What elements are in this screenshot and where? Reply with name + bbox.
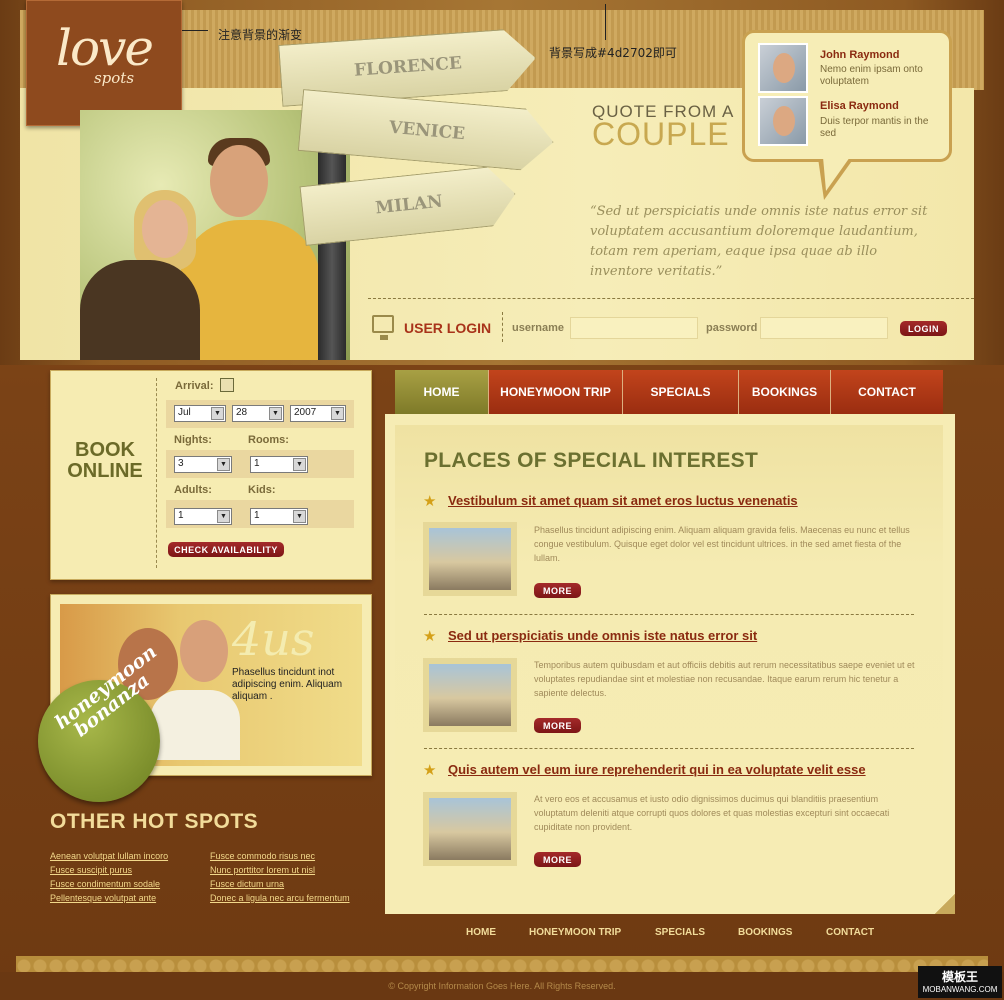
hot-spot-link[interactable]: Fusce commodo risus nec bbox=[210, 851, 315, 861]
chevron-down-icon: ▼ bbox=[293, 458, 306, 471]
nav-specials[interactable]: SPECIALS bbox=[623, 370, 739, 414]
check-availability-button[interactable]: CHECK AVAILABILITY bbox=[168, 542, 284, 557]
star-icon: ★ bbox=[423, 628, 437, 645]
divider bbox=[424, 748, 914, 749]
star-icon: ★ bbox=[423, 762, 437, 779]
booking-title: BOOK ONLINE bbox=[67, 439, 143, 482]
watermark-logo: 模板王 MOBANWANG.COM bbox=[918, 966, 1002, 998]
copyright: © Copyright Information Goes Here. All R… bbox=[388, 981, 616, 991]
promo-text: Phasellus tincidunt inot adipiscing enim… bbox=[232, 667, 343, 702]
month-select[interactable]: Jul ▼ bbox=[174, 405, 226, 422]
footer-nav-specials[interactable]: SPECIALS bbox=[655, 927, 705, 938]
divider bbox=[502, 312, 503, 342]
testimonial-text: Nemo enim ipsam onto voluptatem bbox=[820, 64, 923, 87]
footer-nav-contact[interactable]: CONTACT bbox=[826, 927, 874, 938]
adults-select[interactable]: 1 ▼ bbox=[174, 508, 232, 525]
annotation-bgcolor: 背景写成#4d2702即可 bbox=[549, 46, 677, 60]
footer-nav-bookings[interactable]: BOOKINGS bbox=[738, 927, 792, 938]
footer-nav-home[interactable]: HOME bbox=[466, 927, 496, 938]
divider bbox=[424, 614, 914, 615]
arrival-label: Arrival: bbox=[175, 380, 214, 392]
item-thumbnail[interactable] bbox=[423, 658, 517, 732]
hot-spot-link[interactable]: Fusce suscipit purus bbox=[50, 865, 132, 875]
nights-label: Nights: bbox=[174, 434, 212, 446]
password-input[interactable] bbox=[760, 317, 888, 339]
hot-spot-link[interactable]: Pellentesque volutpat ante bbox=[50, 893, 156, 903]
login-title: USER LOGIN bbox=[404, 320, 492, 336]
item-text: At vero eos et accusamus et iusto odio d… bbox=[534, 794, 890, 832]
main-nav: HOME HONEYMOON TRIP SPECIALS BOOKINGS CO… bbox=[395, 370, 943, 414]
nav-contact[interactable]: CONTACT bbox=[831, 370, 943, 414]
annotation-line bbox=[605, 4, 606, 40]
nav-home[interactable]: HOME bbox=[395, 370, 489, 414]
year-select[interactable]: 2007 ▼ bbox=[290, 405, 346, 422]
hot-spot-link[interactable]: Nunc porttitor lorem ut nisl bbox=[210, 865, 315, 875]
avatar bbox=[758, 96, 808, 146]
chevron-down-icon: ▼ bbox=[217, 510, 230, 523]
item-text: Temporibus autem quibusdam et aut offici… bbox=[534, 660, 915, 698]
item-text: Phasellus tincidunt adipiscing enim. Ali… bbox=[534, 525, 910, 563]
nights-select[interactable]: 3 ▼ bbox=[174, 456, 232, 473]
promo-person bbox=[180, 620, 228, 682]
chevron-down-icon: ▼ bbox=[211, 407, 224, 420]
item-title-link[interactable]: Vestibulum sit amet quam sit amet eros l… bbox=[448, 493, 798, 508]
hot-spot-link[interactable]: Aenean volutpat lullam incoro bbox=[50, 851, 168, 861]
item-title-link[interactable]: Sed ut perspiciatis unde omnis iste natu… bbox=[448, 628, 757, 643]
divider bbox=[368, 298, 974, 299]
quote-text: “Sed ut perspiciatis unde omnis iste nat… bbox=[590, 204, 928, 279]
avatar bbox=[758, 43, 808, 93]
adults-label: Adults: bbox=[174, 484, 212, 496]
logo-text: love bbox=[56, 19, 154, 77]
password-label: password bbox=[706, 322, 758, 334]
hot-spot-link[interactable]: Fusce dictum urna bbox=[210, 879, 284, 889]
monitor-icon bbox=[372, 315, 394, 340]
promo-heading: 4us bbox=[232, 612, 315, 666]
testimonial-text: Duis terpor mantis in the sed bbox=[820, 116, 929, 139]
item-title-link[interactable]: Quis autem vel eum iure reprehenderit qu… bbox=[448, 762, 866, 777]
more-button[interactable]: MORE bbox=[534, 583, 581, 598]
testimonial-name: Elisa Raymond bbox=[820, 100, 899, 112]
quote-title-large: COUPLE bbox=[592, 116, 730, 152]
more-button[interactable]: MORE bbox=[534, 718, 581, 733]
bubble-tail-inner bbox=[823, 157, 850, 191]
item-thumbnail[interactable] bbox=[423, 792, 517, 866]
nav-bookings[interactable]: BOOKINGS bbox=[739, 370, 831, 414]
hot-spots-title: OTHER HOT SPOTS bbox=[50, 810, 259, 833]
logo[interactable]: love spots bbox=[26, 0, 182, 126]
kids-select[interactable]: 1 ▼ bbox=[250, 508, 308, 525]
promo-person bbox=[150, 690, 240, 760]
footer-nav-honeymoon-trip[interactable]: HONEYMOON TRIP bbox=[529, 927, 621, 938]
star-icon: ★ bbox=[423, 493, 437, 510]
login-button[interactable]: LOGIN bbox=[900, 321, 947, 336]
username-input[interactable] bbox=[570, 317, 698, 339]
testimonial-name: John Raymond bbox=[820, 49, 900, 61]
annotation-gradient: 注意背景的渐变 bbox=[218, 28, 303, 42]
calendar-icon[interactable] bbox=[220, 378, 234, 392]
footer-scallop bbox=[16, 956, 988, 972]
chevron-down-icon: ▼ bbox=[331, 407, 344, 420]
chevron-down-icon: ▼ bbox=[293, 510, 306, 523]
rooms-select[interactable]: 1 ▼ bbox=[250, 456, 308, 473]
kids-label: Kids: bbox=[248, 484, 276, 496]
page-title: PLACES OF SPECIAL INTEREST bbox=[424, 449, 759, 472]
day-select[interactable]: 28 ▼ bbox=[232, 405, 284, 422]
more-button[interactable]: MORE bbox=[534, 852, 581, 867]
chevron-down-icon: ▼ bbox=[217, 458, 230, 471]
item-thumbnail[interactable] bbox=[423, 522, 517, 596]
chevron-down-icon: ▼ bbox=[269, 407, 282, 420]
page-fold bbox=[935, 894, 955, 914]
hot-spot-link[interactable]: Donec a ligula nec arcu fermentum bbox=[210, 893, 350, 903]
divider bbox=[156, 378, 157, 568]
hot-spot-link[interactable]: Fusce condimentum sodale bbox=[50, 879, 160, 889]
rooms-label: Rooms: bbox=[248, 434, 289, 446]
username-label: username bbox=[512, 322, 564, 334]
nav-honeymoon-trip[interactable]: HONEYMOON TRIP bbox=[489, 370, 623, 414]
